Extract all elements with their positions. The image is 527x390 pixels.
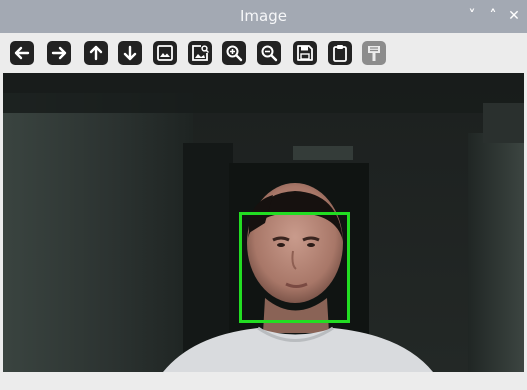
- window-titlebar[interactable]: Image ˅ ˄ ✕: [0, 0, 527, 33]
- arrow-right-icon: [47, 41, 71, 65]
- minimize-button[interactable]: ˅: [462, 0, 482, 33]
- zoom-in-button[interactable]: [219, 38, 249, 68]
- close-button[interactable]: ✕: [504, 0, 524, 33]
- copy-button[interactable]: [325, 38, 355, 68]
- zoom-out-icon: [257, 41, 281, 65]
- image-search-icon: [188, 41, 212, 65]
- pan-down-button[interactable]: [115, 38, 145, 68]
- pan-left-button[interactable]: [7, 38, 37, 68]
- toolbar: [0, 33, 527, 73]
- actual-size-button[interactable]: [185, 38, 215, 68]
- save-button[interactable]: [290, 38, 320, 68]
- properties-button[interactable]: [359, 38, 389, 68]
- image-viewport[interactable]: [3, 73, 524, 372]
- arrow-down-icon: [118, 41, 142, 65]
- fit-image-button[interactable]: [150, 38, 180, 68]
- properties-icon: [362, 41, 386, 65]
- pan-right-button[interactable]: [44, 38, 74, 68]
- image-icon: [153, 41, 177, 65]
- arrow-up-icon: [84, 41, 108, 65]
- clipboard-icon: [328, 41, 352, 65]
- maximize-button[interactable]: ˄: [483, 0, 503, 33]
- pan-up-button[interactable]: [81, 38, 111, 68]
- status-bar: [0, 372, 527, 390]
- zoom-out-button[interactable]: [254, 38, 284, 68]
- window-title: Image: [240, 7, 287, 25]
- save-icon: [293, 41, 317, 65]
- face-detection-box: [239, 212, 350, 323]
- arrow-left-icon: [10, 41, 34, 65]
- zoom-in-icon: [222, 41, 246, 65]
